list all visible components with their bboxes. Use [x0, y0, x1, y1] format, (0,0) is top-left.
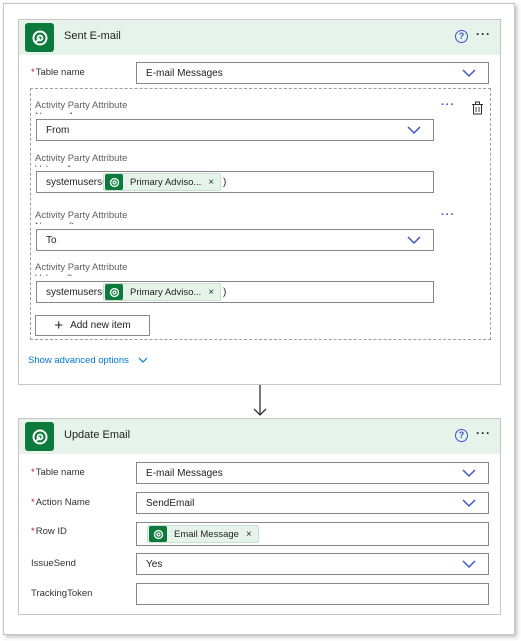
help-icon[interactable]: ?: [455, 429, 468, 442]
issue-send-value: Yes: [146, 558, 163, 570]
more-options-icon[interactable]: ···: [476, 426, 491, 440]
add-new-item-button[interactable]: + Add new item: [35, 315, 150, 336]
dataverse-logo-icon: [25, 23, 54, 52]
chevron-down-icon: [462, 560, 476, 569]
remove-token-icon[interactable]: ×: [246, 529, 252, 540]
chevron-down-icon: [407, 126, 421, 135]
help-icon[interactable]: ?: [455, 30, 468, 43]
update-email-card: Update Email ? ··· *Table name E-mail Me…: [18, 418, 501, 615]
tracking-token-input[interactable]: [136, 583, 489, 605]
add-new-item-label: Add new item: [70, 320, 131, 331]
update-email-header[interactable]: Update Email ? ···: [19, 419, 500, 454]
value-suffix: ): [223, 287, 227, 298]
delete-item-icon[interactable]: [471, 101, 484, 115]
token-label: Primary Adviso...: [130, 286, 202, 298]
show-advanced-label: Show advanced options: [28, 355, 129, 366]
value-suffix: ): [223, 177, 227, 188]
card-title: Sent E-mail: [64, 30, 121, 42]
remove-token-icon[interactable]: ×: [208, 177, 214, 188]
chevron-down-icon: [462, 469, 476, 478]
row-id-label: *Row ID: [31, 526, 67, 537]
table-name-label: *Table name: [31, 67, 85, 78]
dynamic-content-token[interactable]: Email Message ×: [147, 525, 259, 543]
dataverse-token-icon: [105, 284, 123, 300]
dynamic-content-token[interactable]: Primary Adviso... ×: [103, 173, 222, 191]
chevron-down-icon: [462, 69, 476, 78]
table-name-value: E-mail Messages: [146, 67, 223, 79]
token-label: Email Message: [174, 528, 239, 540]
item-2-value-label: Activity Party Attribute Value - 2: [35, 262, 128, 276]
item-1-more-icon[interactable]: ···: [441, 99, 455, 111]
value-prefix: systemusers(: [46, 177, 106, 188]
row-id-input[interactable]: Email Message ×: [136, 522, 489, 546]
token-label: Primary Adviso...: [130, 176, 202, 188]
sent-email-header[interactable]: Sent E-mail ? ···: [19, 20, 500, 55]
item-2-name-dropdown[interactable]: To: [36, 229, 434, 251]
remove-token-icon[interactable]: ×: [208, 287, 214, 298]
item-2-name-label: Activity Party Attribute Name - 2: [35, 210, 128, 224]
dynamic-content-token[interactable]: Primary Adviso... ×: [103, 283, 222, 301]
value-prefix: systemusers(: [46, 287, 106, 298]
plus-icon: +: [54, 316, 64, 334]
action-name-dropdown[interactable]: SendEmail: [136, 492, 489, 514]
show-advanced-options-link[interactable]: Show advanced options: [28, 355, 148, 366]
item-1-name-label: Activity Party Attribute Name - 1: [35, 100, 128, 114]
item-2-value-input[interactable]: systemusers( Primary Adviso... × ): [36, 281, 434, 303]
item-2-more-icon[interactable]: ···: [441, 209, 455, 221]
more-options-icon[interactable]: ···: [476, 27, 491, 41]
card-title: Update Email: [64, 429, 131, 441]
dataverse-logo-icon: [25, 422, 54, 451]
item-2-name-value: To: [46, 234, 57, 246]
table-name-value: E-mail Messages: [146, 467, 223, 479]
issue-send-dropdown[interactable]: Yes: [136, 553, 489, 575]
chevron-down-icon: [407, 236, 421, 245]
dataverse-token-icon: [105, 174, 123, 190]
item-1-name-value: From: [46, 124, 70, 136]
table-name-dropdown[interactable]: E-mail Messages: [136, 462, 489, 484]
item-1-value-label: Activity Party Attribute Value - 1: [35, 153, 128, 167]
item-1-name-dropdown[interactable]: From: [36, 119, 434, 141]
table-name-label: *Table name: [31, 467, 85, 478]
action-name-value: SendEmail: [146, 497, 195, 509]
action-name-label: *Action Name: [31, 497, 91, 508]
item-1-value-input[interactable]: systemusers( Primary Adviso... × ): [36, 171, 434, 193]
table-name-dropdown[interactable]: E-mail Messages: [136, 62, 489, 84]
arrow-down-icon: [253, 385, 267, 416]
chevron-down-icon: [462, 499, 476, 508]
tracking-token-label: TrackingToken: [31, 588, 93, 599]
chevron-down-icon: [138, 357, 147, 363]
issue-send-label: IssueSend: [31, 558, 76, 569]
dataverse-token-icon: [149, 526, 167, 542]
